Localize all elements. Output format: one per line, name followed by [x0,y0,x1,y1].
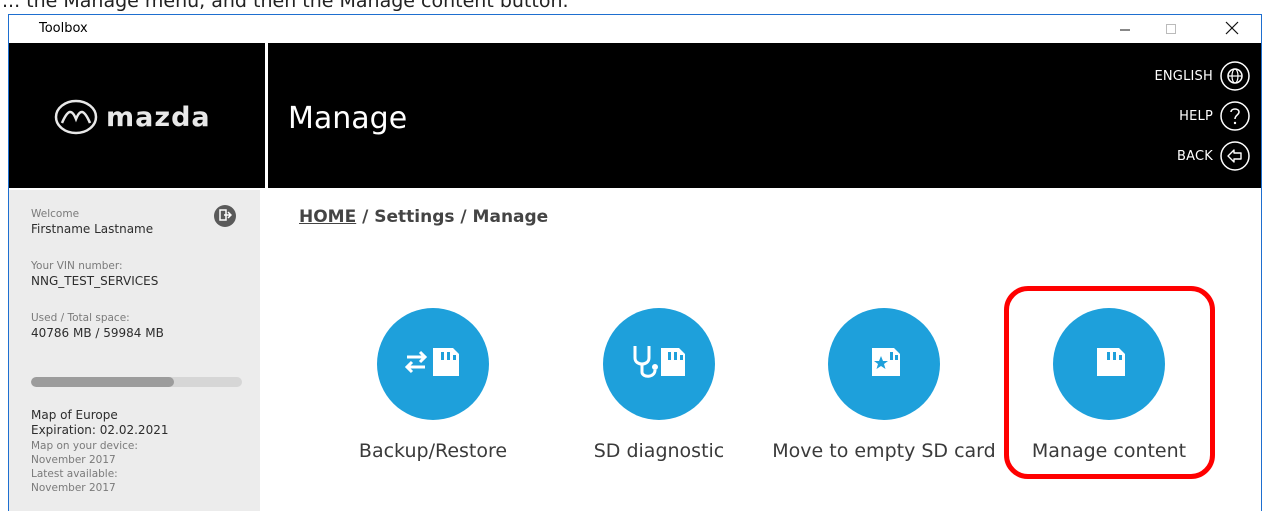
backup-restore-button[interactable]: Backup/Restore [318,308,548,464]
brand-wordmark: mazda [106,101,211,133]
backup-restore-icon [403,342,463,386]
breadcrumb-path: / Settings / Manage [356,207,549,227]
maximize-button[interactable] [1148,15,1194,43]
sidebar: Welcome Firstname Lastname Your VIN numb… [9,190,260,511]
space-label: Used / Total space: [31,312,130,324]
breadcrumb-home-link[interactable]: HOME [299,207,356,227]
logout-icon [218,207,233,226]
title-bar: Toolbox [9,15,1261,43]
move-to-empty-sd-button[interactable]: Move to empty SD card [769,308,999,464]
map-expiration: Expiration: 02.02.2021 [31,423,169,437]
space-progress-bar [31,377,242,387]
close-icon [1225,20,1239,39]
close-button[interactable] [1209,15,1255,43]
back-icon [1219,140,1251,172]
caption-strip: ... the Manage menu, and then the Manage… [0,0,1270,14]
move-to-empty-sd-circle[interactable] [828,308,940,420]
minimize-icon [1119,20,1131,39]
sd-diagnostic-label: SD diagnostic [593,440,725,462]
map-on-device-value: November 2017 [31,454,116,466]
latest-available-label: Latest available: [31,468,118,480]
sd-diagnostic-circle[interactable] [603,308,715,420]
map-on-device-label: Map on your device: [31,440,138,452]
logout-button[interactable] [214,205,236,227]
globe-icon [1219,60,1251,92]
page-header: Manage ENGLISH HELP BACK [268,43,1261,188]
mazda-logo: mazda [54,95,234,139]
user-name: Firstname Lastname [31,222,154,236]
help-link[interactable]: HELP [1179,99,1251,133]
backup-restore-circle[interactable] [377,308,489,420]
page-title: Manage [288,101,408,136]
maximize-icon [1165,20,1177,39]
caption-text: ... the Manage menu, and then the Manage… [2,0,569,12]
back-link[interactable]: BACK [1177,139,1251,173]
minimize-button[interactable] [1102,15,1148,43]
move-to-empty-sd-label: Move to empty SD card [772,440,996,462]
manage-content-highlight [1004,286,1215,479]
welcome-label: Welcome [31,208,80,220]
language-label: ENGLISH [1154,68,1213,84]
latest-available-value: November 2017 [31,482,116,494]
space-value: 40786 MB / 59984 MB [31,326,164,340]
sd-diagnostic-icon [629,342,689,386]
space-progress-fill [31,377,175,387]
breadcrumb: HOME / Settings / Manage [299,207,548,227]
backup-restore-label: Backup/Restore [358,440,508,462]
sd-diagnostic-button[interactable]: SD diagnostic [544,308,774,464]
language-link[interactable]: ENGLISH [1154,59,1251,93]
vin-label: Your VIN number: [31,260,123,272]
window-title: Toolbox [39,21,88,36]
vin-value: NNG_TEST_SERVICES [31,274,159,288]
toolbox-window: Toolbox mazda Manage ENGLISH HELP BACK W… [8,14,1262,511]
brand-header: mazda [9,43,265,188]
help-icon [1219,100,1251,132]
back-label: BACK [1177,148,1213,164]
move-to-sd-icon [864,342,904,386]
map-name: Map of Europe [31,408,118,422]
help-label: HELP [1179,108,1213,124]
mazda-emblem-icon [54,99,98,135]
